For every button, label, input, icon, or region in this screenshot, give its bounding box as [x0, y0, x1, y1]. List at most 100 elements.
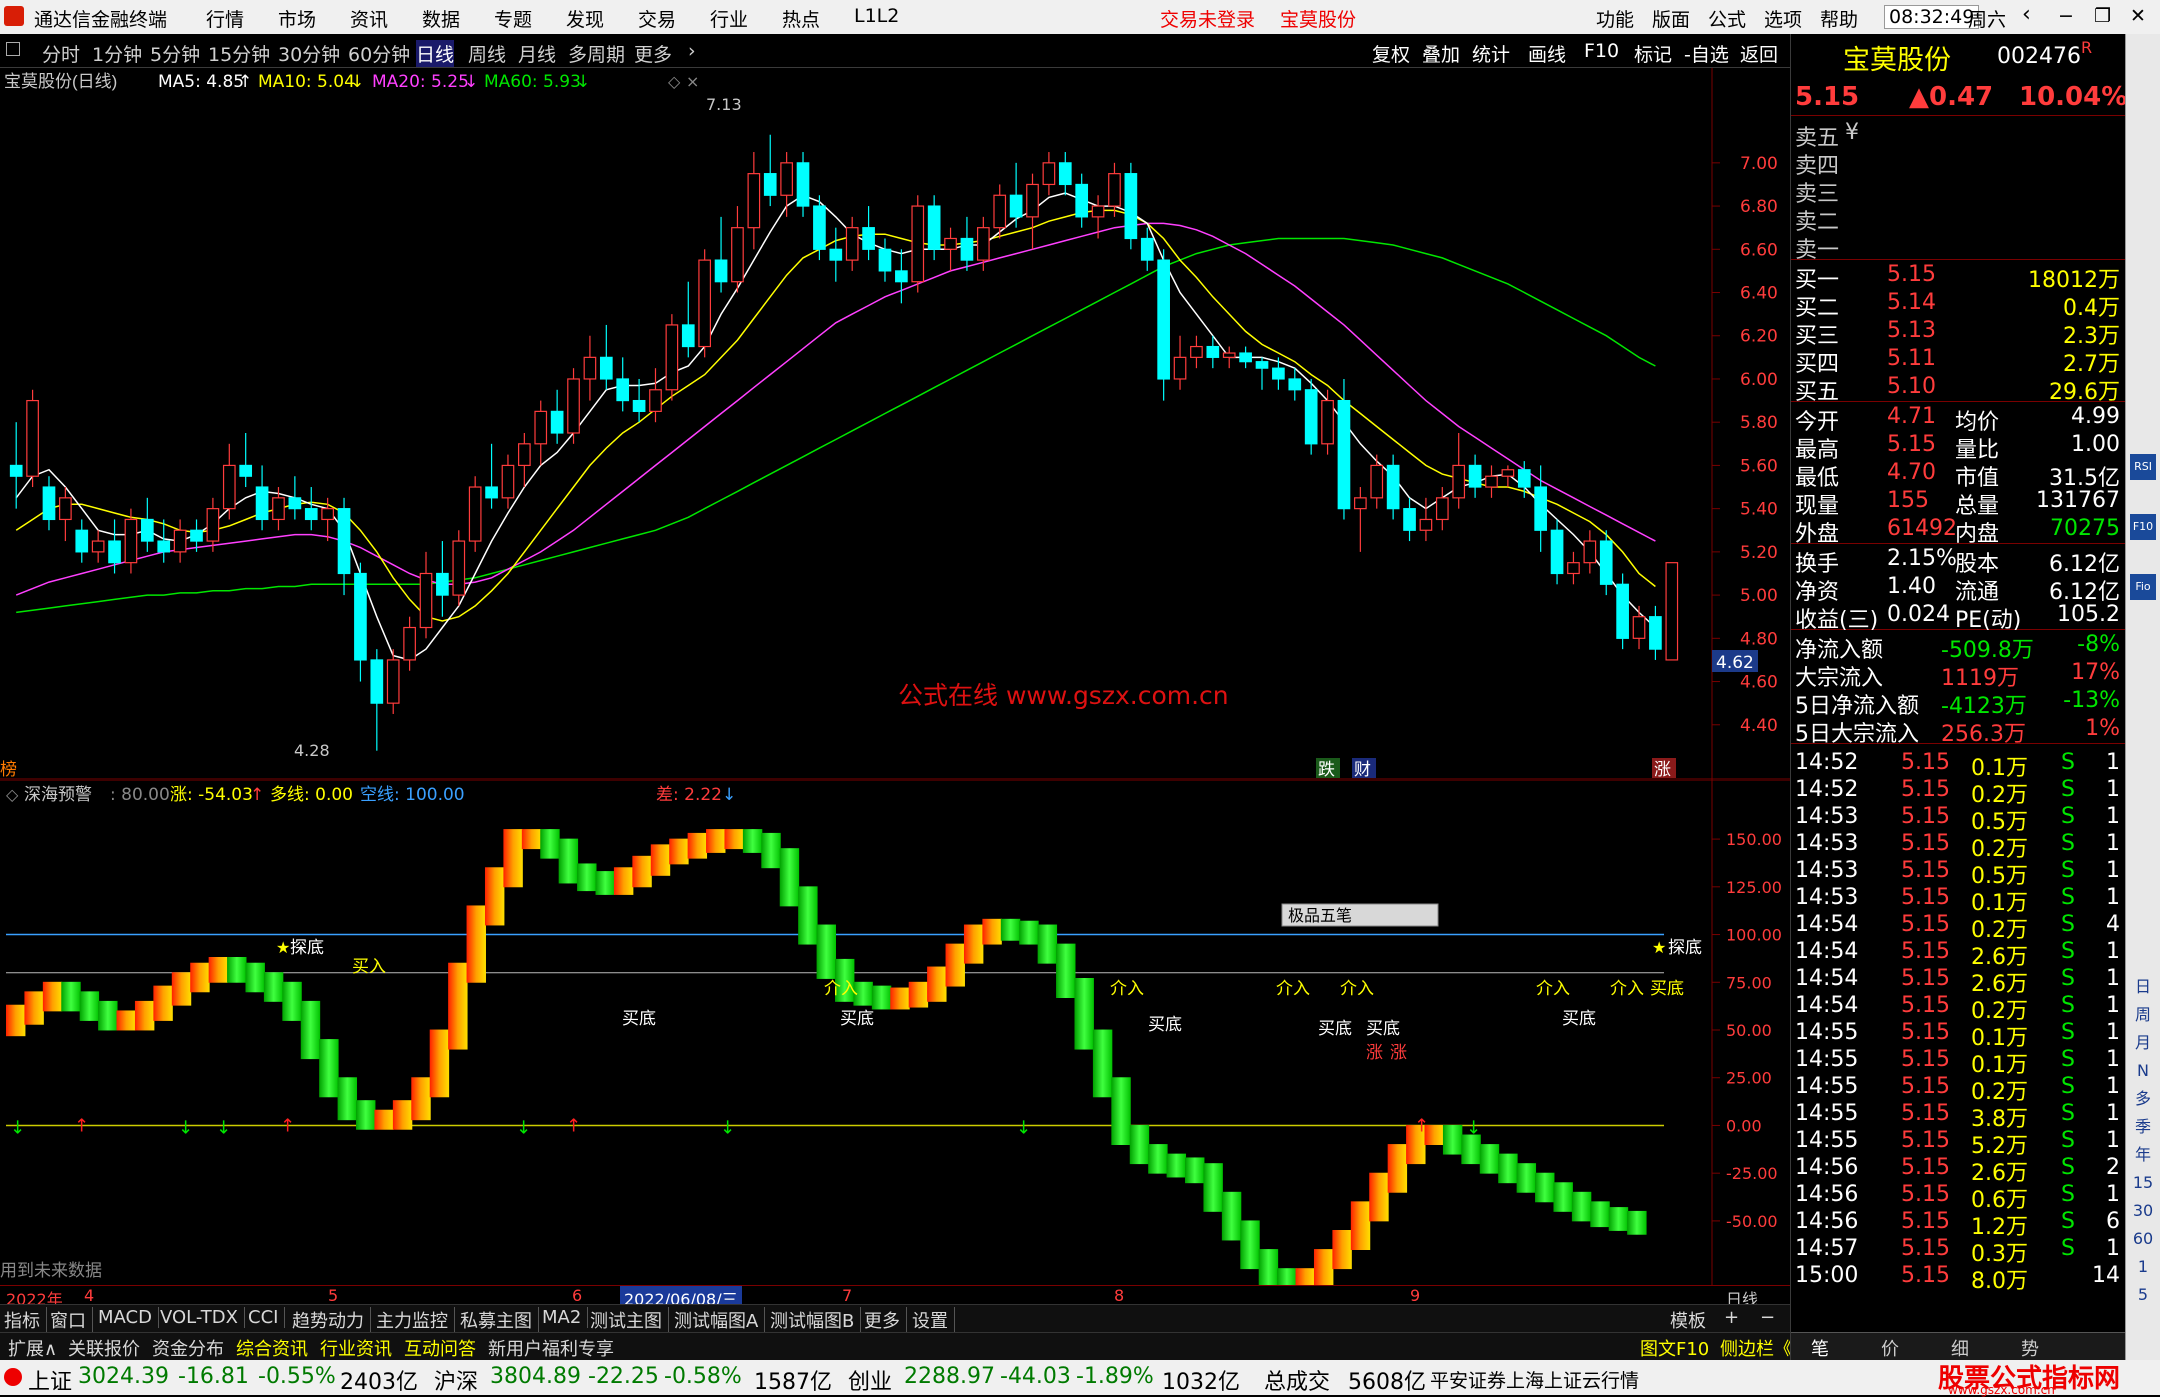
- candle[interactable]: [1091, 195, 1105, 239]
- tf-60min[interactable]: 60分钟: [348, 40, 410, 67]
- candle[interactable]: [419, 551, 433, 639]
- candle[interactable]: [1354, 487, 1367, 552]
- candle[interactable]: [452, 530, 466, 606]
- candle[interactable]: [75, 519, 89, 563]
- menu-bangzhu[interactable]: 帮助: [1820, 5, 1858, 32]
- candle[interactable]: [1616, 573, 1629, 650]
- candle[interactable]: [1567, 551, 1580, 585]
- chart-diamond-icon[interactable]: ◇: [668, 72, 681, 91]
- tab-settings[interactable]: 设置: [912, 1307, 955, 1333]
- candle[interactable]: [698, 249, 712, 358]
- candle[interactable]: [140, 497, 154, 552]
- stock-link[interactable]: 宝莫股份: [1280, 5, 1356, 32]
- add-button[interactable]: +: [1724, 1307, 1745, 1328]
- candle[interactable]: [1501, 465, 1515, 488]
- candle[interactable]: [1435, 487, 1449, 531]
- candle[interactable]: [222, 443, 236, 520]
- func-sidebar[interactable]: 侧边栏《: [1716, 1335, 1796, 1361]
- candle[interactable]: [681, 281, 695, 358]
- side-icon[interactable]: 60: [2130, 1226, 2156, 1252]
- tab-simu[interactable]: 私募主图: [460, 1307, 539, 1333]
- tf-monthly[interactable]: 月线: [518, 40, 556, 67]
- candle[interactable]: [304, 487, 318, 531]
- login-status[interactable]: 交易未登录: [1160, 5, 1255, 32]
- candle[interactable]: [1157, 249, 1170, 401]
- candle[interactable]: [927, 195, 941, 261]
- side-icon[interactable]: 季: [2130, 1114, 2156, 1140]
- tool-fanhui[interactable]: 返回: [1740, 40, 1778, 67]
- marker-bang[interactable]: 榜: [0, 760, 17, 780]
- close-icon[interactable]: ✕: [2130, 5, 2146, 27]
- func-guanlian[interactable]: 关联报价: [64, 1335, 144, 1361]
- func-tuwen[interactable]: 图文F10: [1636, 1335, 1713, 1361]
- candle[interactable]: [370, 649, 384, 751]
- side-icon[interactable]: 多: [2130, 1086, 2156, 1112]
- tab-more[interactable]: 更多: [864, 1307, 907, 1333]
- sh-name[interactable]: 上证: [28, 1364, 72, 1396]
- side-icon[interactable]: 月: [2130, 1030, 2156, 1056]
- tf-30min[interactable]: 30分钟: [278, 40, 340, 67]
- side-icon[interactable]: RSI: [2130, 454, 2156, 480]
- menu-shuju[interactable]: 数据: [422, 5, 460, 32]
- menu-xuanxiang[interactable]: 选项: [1764, 5, 1802, 32]
- candle[interactable]: [796, 152, 810, 217]
- side-icon[interactable]: F10: [2130, 514, 2156, 540]
- candle[interactable]: [1124, 162, 1138, 250]
- candle[interactable]: [895, 249, 908, 304]
- candle[interactable]: [1337, 378, 1351, 520]
- qtab-jia[interactable]: 价: [1881, 1335, 1899, 1361]
- candle[interactable]: [337, 497, 351, 596]
- tool-fuquan[interactable]: 复权: [1372, 40, 1410, 67]
- tool-tongji[interactable]: 统计: [1472, 40, 1510, 67]
- side-icon[interactable]: 30: [2130, 1198, 2156, 1224]
- tf-fenshi[interactable]: 分时: [42, 40, 80, 67]
- tf-multi[interactable]: 多周期: [568, 40, 625, 67]
- menu-l1l2[interactable]: L1L2: [854, 5, 899, 27]
- ime-label[interactable]: 极品五笔: [1288, 906, 1352, 925]
- candle[interactable]: [1550, 519, 1564, 585]
- candle[interactable]: [386, 649, 400, 714]
- side-icon[interactable]: 1: [2130, 1254, 2156, 1280]
- tf-1min[interactable]: 1分钟: [92, 40, 142, 67]
- menu-faxian[interactable]: 发现: [566, 5, 604, 32]
- tab-ma2[interactable]: MA2: [542, 1307, 589, 1328]
- tool-f10[interactable]: F10: [1584, 40, 1619, 62]
- tf-more[interactable]: 更多: [634, 40, 672, 67]
- candle[interactable]: [1370, 454, 1384, 509]
- candle[interactable]: [91, 530, 105, 563]
- cy-name[interactable]: 创业: [848, 1364, 892, 1396]
- func-hangye[interactable]: 行业资讯: [316, 1335, 396, 1361]
- candle[interactable]: [665, 314, 679, 401]
- candle[interactable]: [42, 476, 56, 531]
- side-icon[interactable]: 15: [2130, 1170, 2156, 1196]
- candle[interactable]: [862, 206, 875, 261]
- candle[interactable]: [567, 368, 580, 444]
- tick-list[interactable]: 14:52 5.15 0.1万 S 1 14:52 5.15 0.2万 S 1 14:53 5.15 0…: [1791, 746, 2126, 1294]
- qtab-bi[interactable]: 笔: [1811, 1335, 1829, 1361]
- candle[interactable]: [518, 433, 531, 488]
- menu-gongneng[interactable]: 功能: [1596, 5, 1634, 32]
- candle[interactable]: [1583, 530, 1597, 574]
- indicator-chart[interactable]: ↓ ↑ ↓ ↓ ↑ ↓ ↑ ↓ ↓ ↑ ↓探底买入探底买底 买底介入 介入 介入买底 买底 买底介入 介入 介入买…: [0, 780, 1790, 1285]
- candle[interactable]: [1255, 357, 1269, 390]
- menu-zixun[interactable]: 资讯: [350, 5, 388, 32]
- candle[interactable]: [731, 206, 744, 293]
- candle[interactable]: [288, 476, 302, 520]
- candle[interactable]: [1599, 530, 1613, 596]
- candle[interactable]: [1468, 454, 1482, 498]
- candle[interactable]: [436, 541, 449, 617]
- candle[interactable]: [26, 389, 39, 488]
- tab-vol-tdx[interactable]: VOL-TDX: [160, 1307, 245, 1328]
- tab-ceshi-a[interactable]: 测试幅图A: [674, 1307, 766, 1333]
- candle[interactable]: [763, 134, 777, 207]
- tab-qushi[interactable]: 趋势动力: [292, 1307, 371, 1333]
- candle[interactable]: [911, 195, 925, 293]
- func-zonghe[interactable]: 综合资讯: [232, 1335, 312, 1361]
- candle[interactable]: [1058, 152, 1072, 196]
- tf-15min[interactable]: 15分钟: [208, 40, 270, 67]
- candle[interactable]: [173, 519, 187, 563]
- candle[interactable]: [1042, 152, 1056, 196]
- side-icon[interactable]: Fio: [2130, 574, 2156, 600]
- candle[interactable]: [944, 227, 957, 271]
- menu-hangye[interactable]: 行业: [710, 5, 748, 32]
